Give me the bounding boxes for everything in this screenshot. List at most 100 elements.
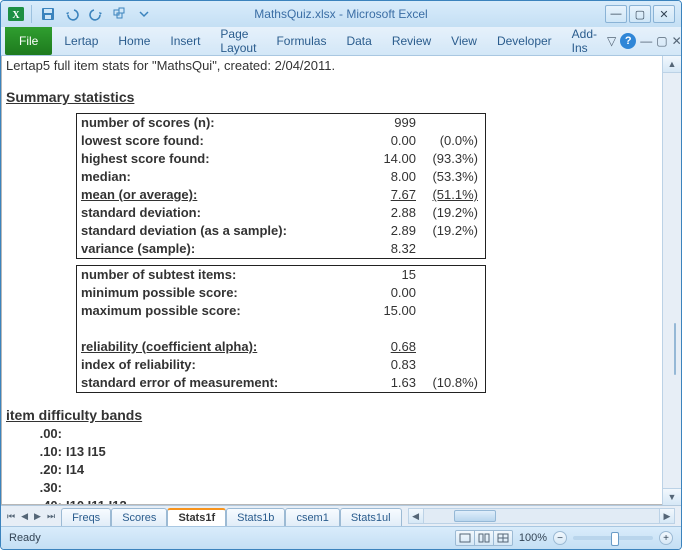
stat-percent: (51.1%) xyxy=(416,186,478,204)
stat-row: number of subtest items:15 xyxy=(77,266,485,284)
sheet-tab-stats1f[interactable]: Stats1f xyxy=(167,508,226,526)
qat-customize-icon[interactable] xyxy=(134,4,154,24)
zoom-level[interactable]: 100% xyxy=(519,532,547,544)
difficulty-heading: item difficulty bands xyxy=(6,407,658,423)
stat-label: minimum possible score: xyxy=(81,284,336,302)
stat-percent: (93.3%) xyxy=(416,150,478,168)
stat-label: maximum possible score: xyxy=(81,302,336,320)
stat-row: minimum possible score:0.00 xyxy=(77,284,485,302)
tab-page-layout[interactable]: Page Layout xyxy=(210,27,266,55)
difficulty-band-items: I14 xyxy=(66,461,84,479)
difficulty-band-items: I13 I15 xyxy=(66,443,106,461)
stat-label: highest score found: xyxy=(81,150,336,168)
stat-value: 15.00 xyxy=(336,302,416,320)
tab-review[interactable]: Review xyxy=(382,27,441,55)
hscroll-thumb[interactable] xyxy=(454,510,496,522)
stat-value: 8.00 xyxy=(336,168,416,186)
save-icon[interactable] xyxy=(38,4,58,24)
prev-sheet-icon[interactable]: ◀ xyxy=(19,511,30,522)
svg-text:X: X xyxy=(12,10,20,21)
stat-value: 8.32 xyxy=(336,240,416,258)
undo-icon[interactable] xyxy=(62,4,82,24)
sheet-tab-csem1[interactable]: csem1 xyxy=(285,508,339,526)
stat-label: lowest score found: xyxy=(81,132,336,150)
stat-row: index of reliability:0.83 xyxy=(77,356,485,374)
stat-row: standard deviation:2.88(19.2%) xyxy=(77,204,485,222)
stat-label: standard deviation: xyxy=(81,204,336,222)
scroll-up-icon[interactable]: ▲ xyxy=(663,56,681,73)
doc-close-icon[interactable]: ✕ xyxy=(672,34,682,48)
stat-row: standard error of measurement:1.63(10.8%… xyxy=(77,374,485,392)
stat-value: 0.68 xyxy=(336,338,416,356)
doc-minimize-icon[interactable]: — xyxy=(640,34,652,48)
tab-data[interactable]: Data xyxy=(336,27,381,55)
stat-percent: (53.3%) xyxy=(416,168,478,186)
page-layout-view-icon[interactable] xyxy=(475,531,494,545)
stat-row: maximum possible score:15.00 xyxy=(77,302,485,320)
sheet-tab-bar: ⏮ ◀ ▶ ⏭ FreqsScoresStats1fStats1bcsem1St… xyxy=(1,505,681,526)
stat-value: 15 xyxy=(336,266,416,284)
stat-value: 7.67 xyxy=(336,186,416,204)
close-button[interactable]: ✕ xyxy=(653,5,675,23)
difficulty-band-label: .30: xyxy=(6,479,66,497)
stat-value: 999 xyxy=(336,114,416,132)
window-icon[interactable] xyxy=(110,4,130,24)
sheet-tab-stats1b[interactable]: Stats1b xyxy=(226,508,285,526)
summary-stats-box-2: number of subtest items:15minimum possib… xyxy=(76,265,486,393)
stat-row: standard deviation (as a sample):2.89(19… xyxy=(77,222,485,240)
zoom-slider-thumb[interactable] xyxy=(611,532,619,546)
zoom-out-button[interactable]: − xyxy=(553,531,567,545)
difficulty-band-label: .40: xyxy=(6,497,66,505)
stat-percent: (10.8%) xyxy=(416,374,478,392)
difficulty-row: .40:I10 I11 I12 xyxy=(6,497,658,505)
tab-developer[interactable]: Developer xyxy=(487,27,562,55)
tab-view[interactable]: View xyxy=(441,27,487,55)
stat-value: 0.83 xyxy=(336,356,416,374)
scroll-thumb[interactable] xyxy=(674,323,676,375)
page-break-view-icon[interactable] xyxy=(494,531,512,545)
ribbon-minimize-icon[interactable]: ▽ xyxy=(607,34,616,48)
status-bar: Ready 100% − + xyxy=(1,526,681,549)
help-icon[interactable]: ? xyxy=(620,33,636,49)
worksheet-area[interactable]: Lertap5 full item stats for "MathsQui", … xyxy=(1,56,662,505)
maximize-button[interactable]: ▢ xyxy=(629,5,651,23)
tab-addins[interactable]: Add-Ins xyxy=(562,27,607,55)
tab-insert[interactable]: Insert xyxy=(160,27,210,55)
normal-view-icon[interactable] xyxy=(456,531,475,545)
stat-row: highest score found:14.00(93.3%) xyxy=(77,150,485,168)
view-buttons xyxy=(455,530,513,546)
sheet-tab-freqs[interactable]: Freqs xyxy=(61,508,111,526)
first-sheet-icon[interactable]: ⏮ xyxy=(5,511,17,522)
minimize-button[interactable]: — xyxy=(605,5,627,23)
difficulty-band-items: I10 I11 I12 xyxy=(66,497,127,505)
stat-row: reliability (coefficient alpha):0.68 xyxy=(77,338,485,356)
stat-value: 0.00 xyxy=(336,284,416,302)
doc-restore-icon[interactable]: ▢ xyxy=(656,34,667,48)
excel-window: X MathsQuiz.xlsx - Microsoft Excel — ▢ ✕… xyxy=(0,0,682,550)
zoom-slider[interactable] xyxy=(573,536,653,540)
stat-label: number of subtest items: xyxy=(81,266,336,284)
stat-label: variance (sample): xyxy=(81,240,336,258)
stat-value: 1.63 xyxy=(336,374,416,392)
report-header-line: Lertap5 full item stats for "MathsQui", … xyxy=(6,58,658,73)
last-sheet-icon[interactable]: ⏭ xyxy=(45,511,57,522)
stat-percent: (19.2%) xyxy=(416,222,478,240)
sheet-tab-stats1ul[interactable]: Stats1ul xyxy=(340,508,402,526)
stat-value: 14.00 xyxy=(336,150,416,168)
difficulty-row: .30: xyxy=(6,479,658,497)
stat-label: reliability (coefficient alpha): xyxy=(81,338,336,356)
hscroll-right-icon[interactable]: ▶ xyxy=(659,508,675,524)
scroll-down-icon[interactable]: ▼ xyxy=(663,488,681,505)
vertical-scrollbar[interactable]: ▲ ▼ xyxy=(662,56,681,505)
next-sheet-icon[interactable]: ▶ xyxy=(32,511,43,522)
hscroll-left-icon[interactable]: ◀ xyxy=(408,508,424,524)
redo-icon[interactable] xyxy=(86,4,106,24)
tab-home[interactable]: Home xyxy=(108,27,160,55)
zoom-in-button[interactable]: + xyxy=(659,531,673,545)
sheet-tab-scores[interactable]: Scores xyxy=(111,508,167,526)
tab-formulas[interactable]: Formulas xyxy=(266,27,336,55)
file-tab[interactable]: File xyxy=(5,27,52,55)
difficulty-band-label: .10: xyxy=(6,443,66,461)
excel-icon: X xyxy=(7,5,25,23)
tab-lertap[interactable]: Lertap xyxy=(54,27,108,55)
